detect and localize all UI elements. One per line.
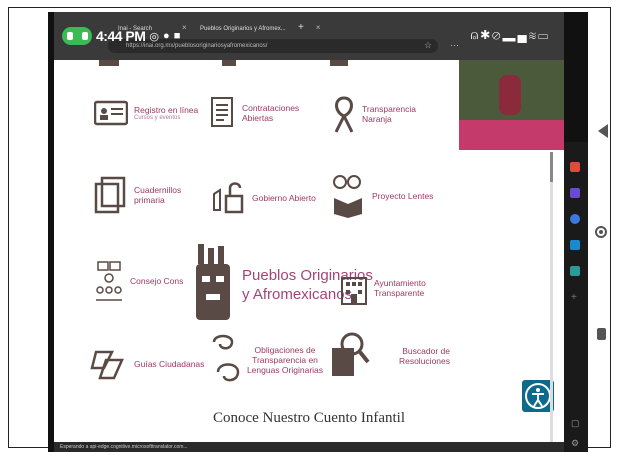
service-ayuntamiento[interactable]: Ayuntamiento Transparente: [340, 270, 444, 306]
glasses-book-icon: [333, 175, 362, 218]
open-lock-icon: [213, 182, 244, 214]
home-icon[interactable]: [595, 226, 607, 238]
city-hall-icon: [341, 277, 367, 305]
phone-display: Inai - Search × Pueblos Originarios y Afr…: [48, 12, 588, 452]
browser-screen: Inai - Search × Pueblos Originarios y Afr…: [54, 12, 564, 452]
service-registro[interactable]: Registro en línea Cursos y eventos: [94, 98, 198, 128]
search-documents-icon: [332, 332, 370, 376]
service-consejo[interactable]: Consejo Cons: [94, 260, 183, 302]
notebook-icon: [94, 176, 126, 214]
service-sublabel: Cursos y eventos: [134, 115, 181, 121]
service-transparencia-naranja[interactable]: Transparencia Naranja: [330, 94, 432, 134]
star-icon[interactable]: ☆: [424, 40, 432, 51]
status-bar-right: ⍝✱⊘▂▄≋▭: [471, 27, 550, 43]
scrollbar-thumb[interactable]: [550, 152, 553, 182]
id-card-icon: [94, 100, 128, 126]
recents-icon[interactable]: [597, 328, 606, 340]
guides-icon: [90, 350, 124, 380]
service-label: Ayuntamiento Transparente: [374, 278, 426, 298]
media-icon: ■: [173, 30, 181, 42]
council-icon: [96, 261, 122, 301]
battery-icon: ▭: [538, 27, 550, 42]
cut-off-icon: [99, 60, 119, 66]
loading-status-bar: Esperando a api-edge.cognitive.microsoft…: [54, 442, 564, 452]
cut-off-icon: [330, 60, 348, 66]
video-table: [459, 120, 564, 150]
service-gobierno-abierto[interactable]: Gobierno Abierto: [210, 180, 316, 216]
cut-off-icon: [222, 60, 236, 66]
service-label: Buscador de Resoluciones: [398, 346, 450, 366]
close-icon[interactable]: ×: [316, 23, 321, 32]
add-icon[interactable]: +: [571, 292, 577, 303]
wifi-icon: ≋: [528, 27, 539, 42]
ribbon-icon: [334, 96, 354, 133]
signal-icon: ▂▄: [502, 27, 529, 42]
alarm-icon: ⊘: [492, 27, 503, 42]
service-label: Guías Ciudadanas: [134, 359, 205, 369]
video-person: [499, 75, 521, 115]
gear-icon[interactable]: ⚙: [571, 438, 579, 449]
tab-label: Pueblos Originarios y Afromex...: [200, 26, 286, 32]
call-indicator-pill: [62, 27, 92, 45]
floating-app-sidebar: + ▢ ⚙: [564, 142, 588, 452]
location-icon: ●: [163, 30, 170, 42]
section-heading: Conoce Nuestro Cuento Infantil: [212, 410, 406, 426]
service-contrataciones[interactable]: Contrataciones Abiertas: [210, 96, 312, 130]
whatsapp-icon: ◎: [149, 30, 160, 43]
service-label: Cuadernillos primaria: [134, 185, 182, 205]
app-icon[interactable]: [570, 266, 580, 276]
service-cuadernillos[interactable]: Cuadernillos primaria: [94, 176, 194, 214]
service-label: Consejo Cons: [130, 276, 184, 286]
app-icon[interactable]: [570, 188, 580, 198]
window-icon[interactable]: ▢: [571, 418, 580, 429]
service-label: Proyecto Lentes: [372, 191, 434, 201]
service-guias[interactable]: Guías Ciudadanas: [90, 344, 204, 384]
service-label: Registro en línea: [134, 105, 199, 115]
bell-icon: ⍝: [470, 27, 481, 42]
service-label: Obligaciones de Transparencia en Lenguas…: [246, 345, 324, 375]
app-icon[interactable]: [570, 162, 580, 172]
service-label: Transparencia Naranja: [362, 104, 417, 124]
mask-icon: [196, 244, 230, 320]
back-icon[interactable]: [598, 124, 608, 138]
document-icon: [211, 97, 233, 127]
service-buscador[interactable]: Buscador de Resoluciones: [330, 330, 450, 382]
app-icon[interactable]: [570, 214, 580, 224]
video-call-overlay[interactable]: [459, 60, 564, 150]
navigation-bar: [590, 0, 620, 457]
clock: 4:44 PM: [96, 28, 146, 44]
service-proyecto-lentes[interactable]: Proyecto Lentes: [330, 174, 433, 218]
close-icon[interactable]: ×: [182, 23, 187, 32]
settings-icon[interactable]: ⋯: [450, 40, 459, 51]
loading-status-text: Esperando a api-edge.cognitive.microsoft…: [60, 444, 188, 450]
status-bar-left: 4:44 PM ◎ ● ■: [62, 25, 180, 47]
service-obligaciones[interactable]: Obligaciones de Transparencia en Lenguas…: [208, 332, 324, 388]
spiral-icon: [212, 334, 240, 382]
scrollbar-track[interactable]: [550, 152, 553, 442]
new-tab-button[interactable]: +: [298, 20, 304, 36]
service-label: Gobierno Abierto: [252, 193, 316, 203]
service-label: Contrataciones Abiertas: [242, 103, 300, 123]
app-icon[interactable]: [570, 240, 580, 250]
bluetooth-icon: ✱: [480, 27, 493, 42]
